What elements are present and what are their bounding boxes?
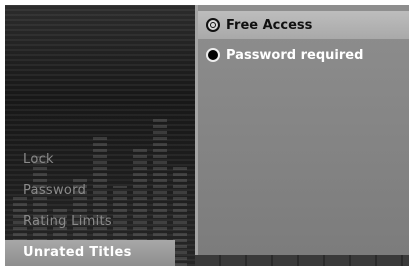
radio-unselected-icon <box>206 48 220 62</box>
menu-item-password[interactable]: Password <box>5 178 175 204</box>
menu-item-rating-limits[interactable]: Rating Limits <box>5 209 175 235</box>
radio-selected-icon <box>206 18 220 32</box>
options-panel: Free Access Password required <box>195 5 409 255</box>
menu-item-unrated-titles[interactable]: Unrated Titles <box>5 240 175 266</box>
option-label: Free Access <box>226 17 313 33</box>
panel-footer <box>195 255 409 266</box>
settings-menu: Lock Password Rating Limits Unrated Titl… <box>5 5 195 266</box>
parental-control-screen: Lock Password Rating Limits Unrated Titl… <box>5 5 409 266</box>
menu-item-lock[interactable]: Lock <box>5 147 175 173</box>
option-label: Password required <box>226 47 364 63</box>
option-password-required[interactable]: Password required <box>198 41 409 69</box>
option-free-access[interactable]: Free Access <box>198 11 409 39</box>
